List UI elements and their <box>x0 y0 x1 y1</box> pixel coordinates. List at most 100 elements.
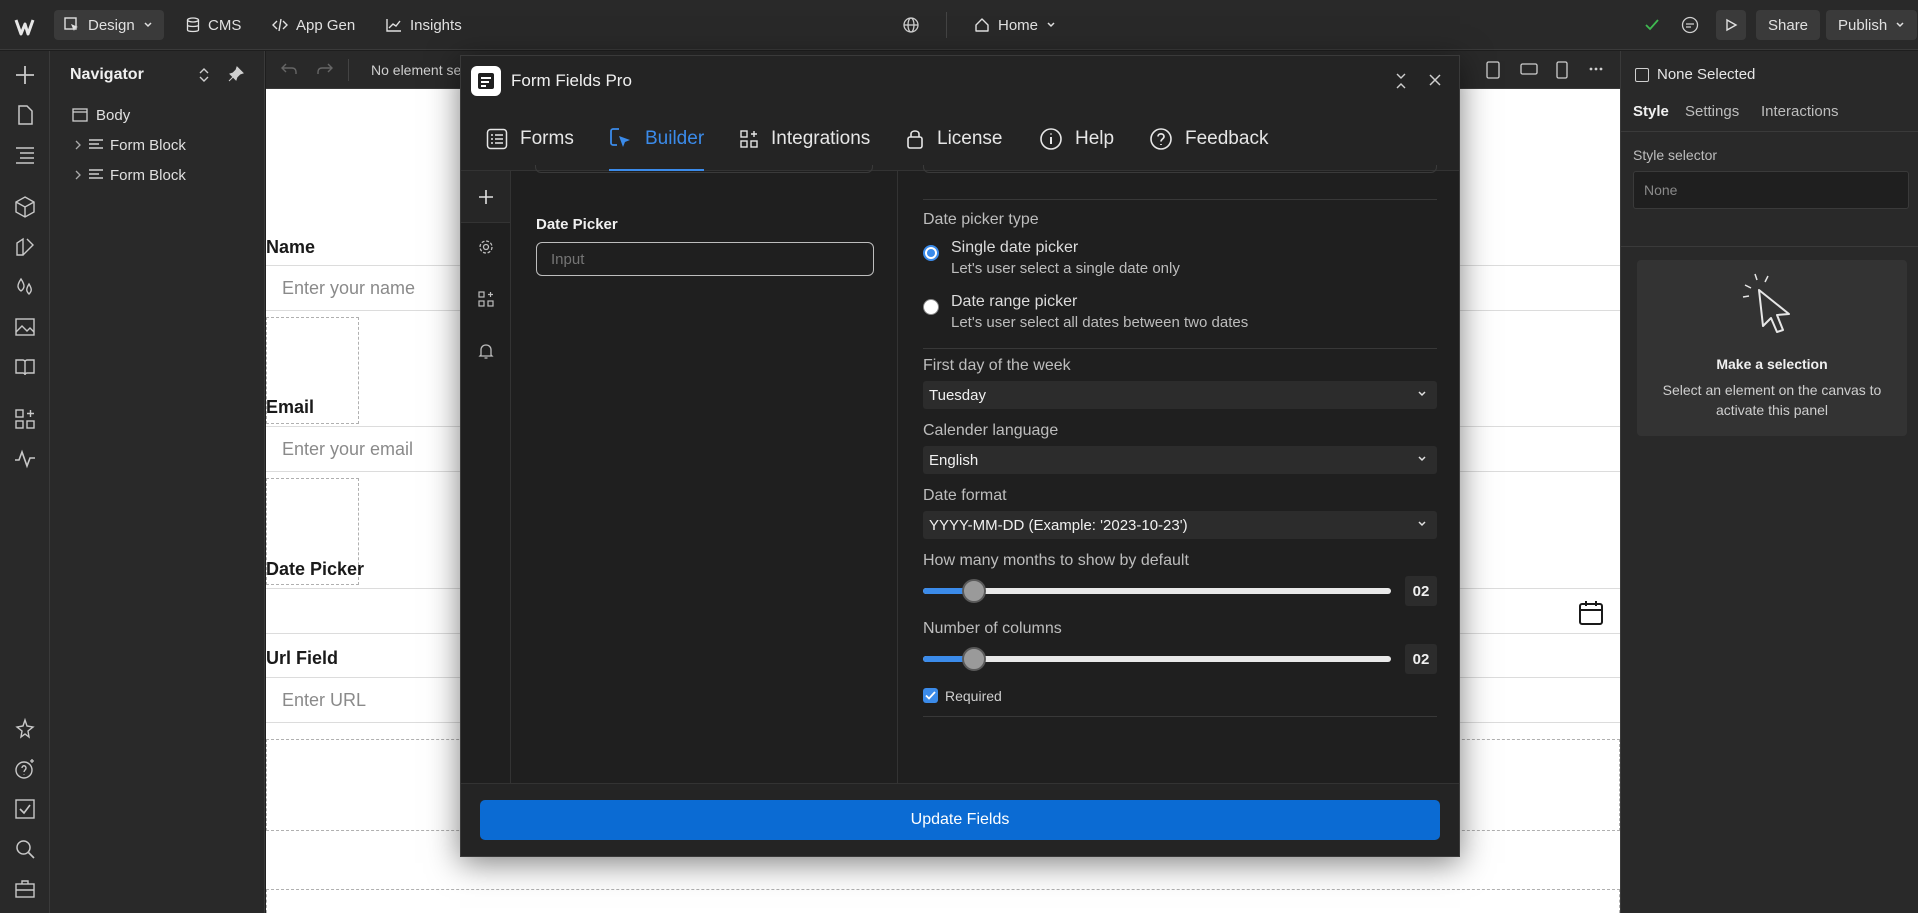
tab-builder[interactable]: Builder <box>609 106 705 171</box>
style-selector-input[interactable]: None <box>1633 171 1909 209</box>
date-format-select[interactable]: YYYY-MM-DD (Example: '2023-10-23') <box>923 511 1437 539</box>
date-picker-field-input[interactable] <box>536 242 874 276</box>
appgen-label: App Gen <box>296 16 356 34</box>
radio-range-date[interactable] <box>923 299 939 315</box>
search-icon[interactable] <box>13 837 37 861</box>
select-value: YYYY-MM-DD (Example: '2023-10-23') <box>929 516 1188 534</box>
add-field-icon[interactable] <box>474 185 498 209</box>
months-slider[interactable] <box>923 579 1391 603</box>
page-selector[interactable]: Home <box>974 10 1056 40</box>
nav-item-form-block[interactable]: Form Block <box>50 131 265 159</box>
slider-thumb[interactable] <box>962 579 987 603</box>
option-single-desc: Let's user select a single date only <box>951 260 1180 277</box>
redo-icon[interactable] <box>316 61 334 77</box>
close-icon[interactable] <box>1428 73 1442 87</box>
option-range-desc: Let's user select all dates between two … <box>951 314 1249 331</box>
preview-button[interactable] <box>1716 10 1746 40</box>
code-icon <box>272 18 288 32</box>
columns-value[interactable]: 02 <box>1405 644 1437 674</box>
task-check-icon[interactable] <box>13 797 37 821</box>
sparkle-settings-icon[interactable] <box>13 717 37 741</box>
nav-item-form-block[interactable]: Form Block <box>50 161 265 189</box>
body-icon <box>72 108 88 122</box>
pin-icon[interactable] <box>228 66 244 82</box>
tab-feedback[interactable]: Feedback <box>1149 106 1268 171</box>
radio-single-date[interactable] <box>923 245 939 261</box>
mobile-landscape-icon[interactable] <box>1520 63 1538 75</box>
globe-icon[interactable] <box>902 10 920 40</box>
cms-button[interactable]: CMS <box>186 10 241 40</box>
tab-license[interactable]: License <box>905 106 1003 171</box>
book-icon[interactable] <box>13 355 37 379</box>
components-icon[interactable] <box>13 195 37 219</box>
months-value[interactable]: 02 <box>1405 576 1437 606</box>
tablet-icon[interactable] <box>1486 61 1500 79</box>
tab-label: Integrations <box>771 127 871 149</box>
design-mode-button[interactable]: Design <box>54 10 164 40</box>
language-select[interactable]: English <box>923 446 1437 474</box>
calendar-icon[interactable] <box>1577 599 1605 627</box>
comment-icon[interactable] <box>1680 10 1700 40</box>
select-value: English <box>929 451 979 469</box>
tab-integrations[interactable]: Integrations <box>739 106 870 171</box>
appgen-button[interactable]: App Gen <box>272 10 355 40</box>
expand-collapse-icon[interactable] <box>198 67 210 83</box>
tab-settings[interactable]: Settings <box>1685 103 1739 120</box>
play-icon <box>1724 18 1738 32</box>
help-sparkle-icon[interactable] <box>13 757 37 781</box>
modal-title: Form Fields Pro <box>511 71 632 90</box>
left-icon-rail <box>0 51 50 913</box>
assets-icon[interactable] <box>13 315 37 339</box>
radio-dot <box>927 249 935 257</box>
chart-line-icon <box>386 18 402 32</box>
slider-thumb[interactable] <box>962 647 987 671</box>
tab-forms[interactable]: Forms <box>486 106 574 171</box>
forms-icon <box>486 128 508 150</box>
tab-interactions[interactable]: Interactions <box>1761 103 1839 120</box>
field-label-date-picker: Date Picker <box>536 216 618 233</box>
add-icon[interactable] <box>13 63 37 87</box>
update-fields-button[interactable]: Update Fields <box>480 800 1440 840</box>
tab-help[interactable]: Help <box>1039 106 1114 171</box>
columns-slider[interactable] <box>923 647 1391 671</box>
briefcase-icon[interactable] <box>13 877 37 901</box>
chevron-down-icon <box>1417 519 1427 529</box>
divider <box>923 716 1437 717</box>
mobile-portrait-icon[interactable] <box>1556 61 1568 79</box>
insights-label: Insights <box>410 16 462 34</box>
make-selection-card: Make a selection Select an element on th… <box>1637 260 1907 436</box>
activity-icon[interactable] <box>13 447 37 471</box>
webflow-logo-icon[interactable] <box>14 12 40 42</box>
tab-style[interactable]: Style <box>1633 103 1669 120</box>
modal-header: Form Fields Pro <box>461 56 1459 106</box>
chevron-down-icon <box>1417 389 1427 399</box>
undo-icon[interactable] <box>280 61 298 77</box>
pages-icon[interactable] <box>13 103 37 127</box>
chevron-down-icon <box>1046 20 1056 30</box>
cms-label: CMS <box>208 16 242 34</box>
navigator-icon[interactable] <box>13 143 37 167</box>
publish-button[interactable]: Publish <box>1826 10 1918 40</box>
share-button[interactable]: Share <box>1756 10 1821 40</box>
navigator-title: Navigator <box>70 66 144 83</box>
tab-label: Forms <box>520 127 574 149</box>
required-checkbox[interactable] <box>923 688 938 703</box>
minimize-icon[interactable] <box>1394 73 1408 89</box>
bell-icon[interactable] <box>474 339 498 363</box>
tab-label: License <box>937 127 1003 149</box>
integrations-icon[interactable] <box>474 287 498 311</box>
select-value: Tuesday <box>929 386 986 404</box>
insights-button[interactable]: Insights <box>386 10 462 40</box>
gear-icon[interactable] <box>474 235 498 259</box>
apps-icon[interactable] <box>13 407 37 431</box>
required-label: Required <box>945 688 1002 704</box>
make-selection-title: Make a selection <box>1716 356 1828 372</box>
columns-label: Number of columns <box>923 620 1062 637</box>
more-icon[interactable] <box>1588 61 1604 77</box>
first-day-select[interactable]: Tuesday <box>923 381 1437 409</box>
variables-icon[interactable] <box>13 275 37 299</box>
nav-item-body[interactable]: Body <box>50 101 265 129</box>
home-icon <box>974 17 990 33</box>
style-manager-icon[interactable] <box>13 235 37 259</box>
top-bar: Design CMS App Gen Insights Home Share P… <box>0 0 1918 50</box>
